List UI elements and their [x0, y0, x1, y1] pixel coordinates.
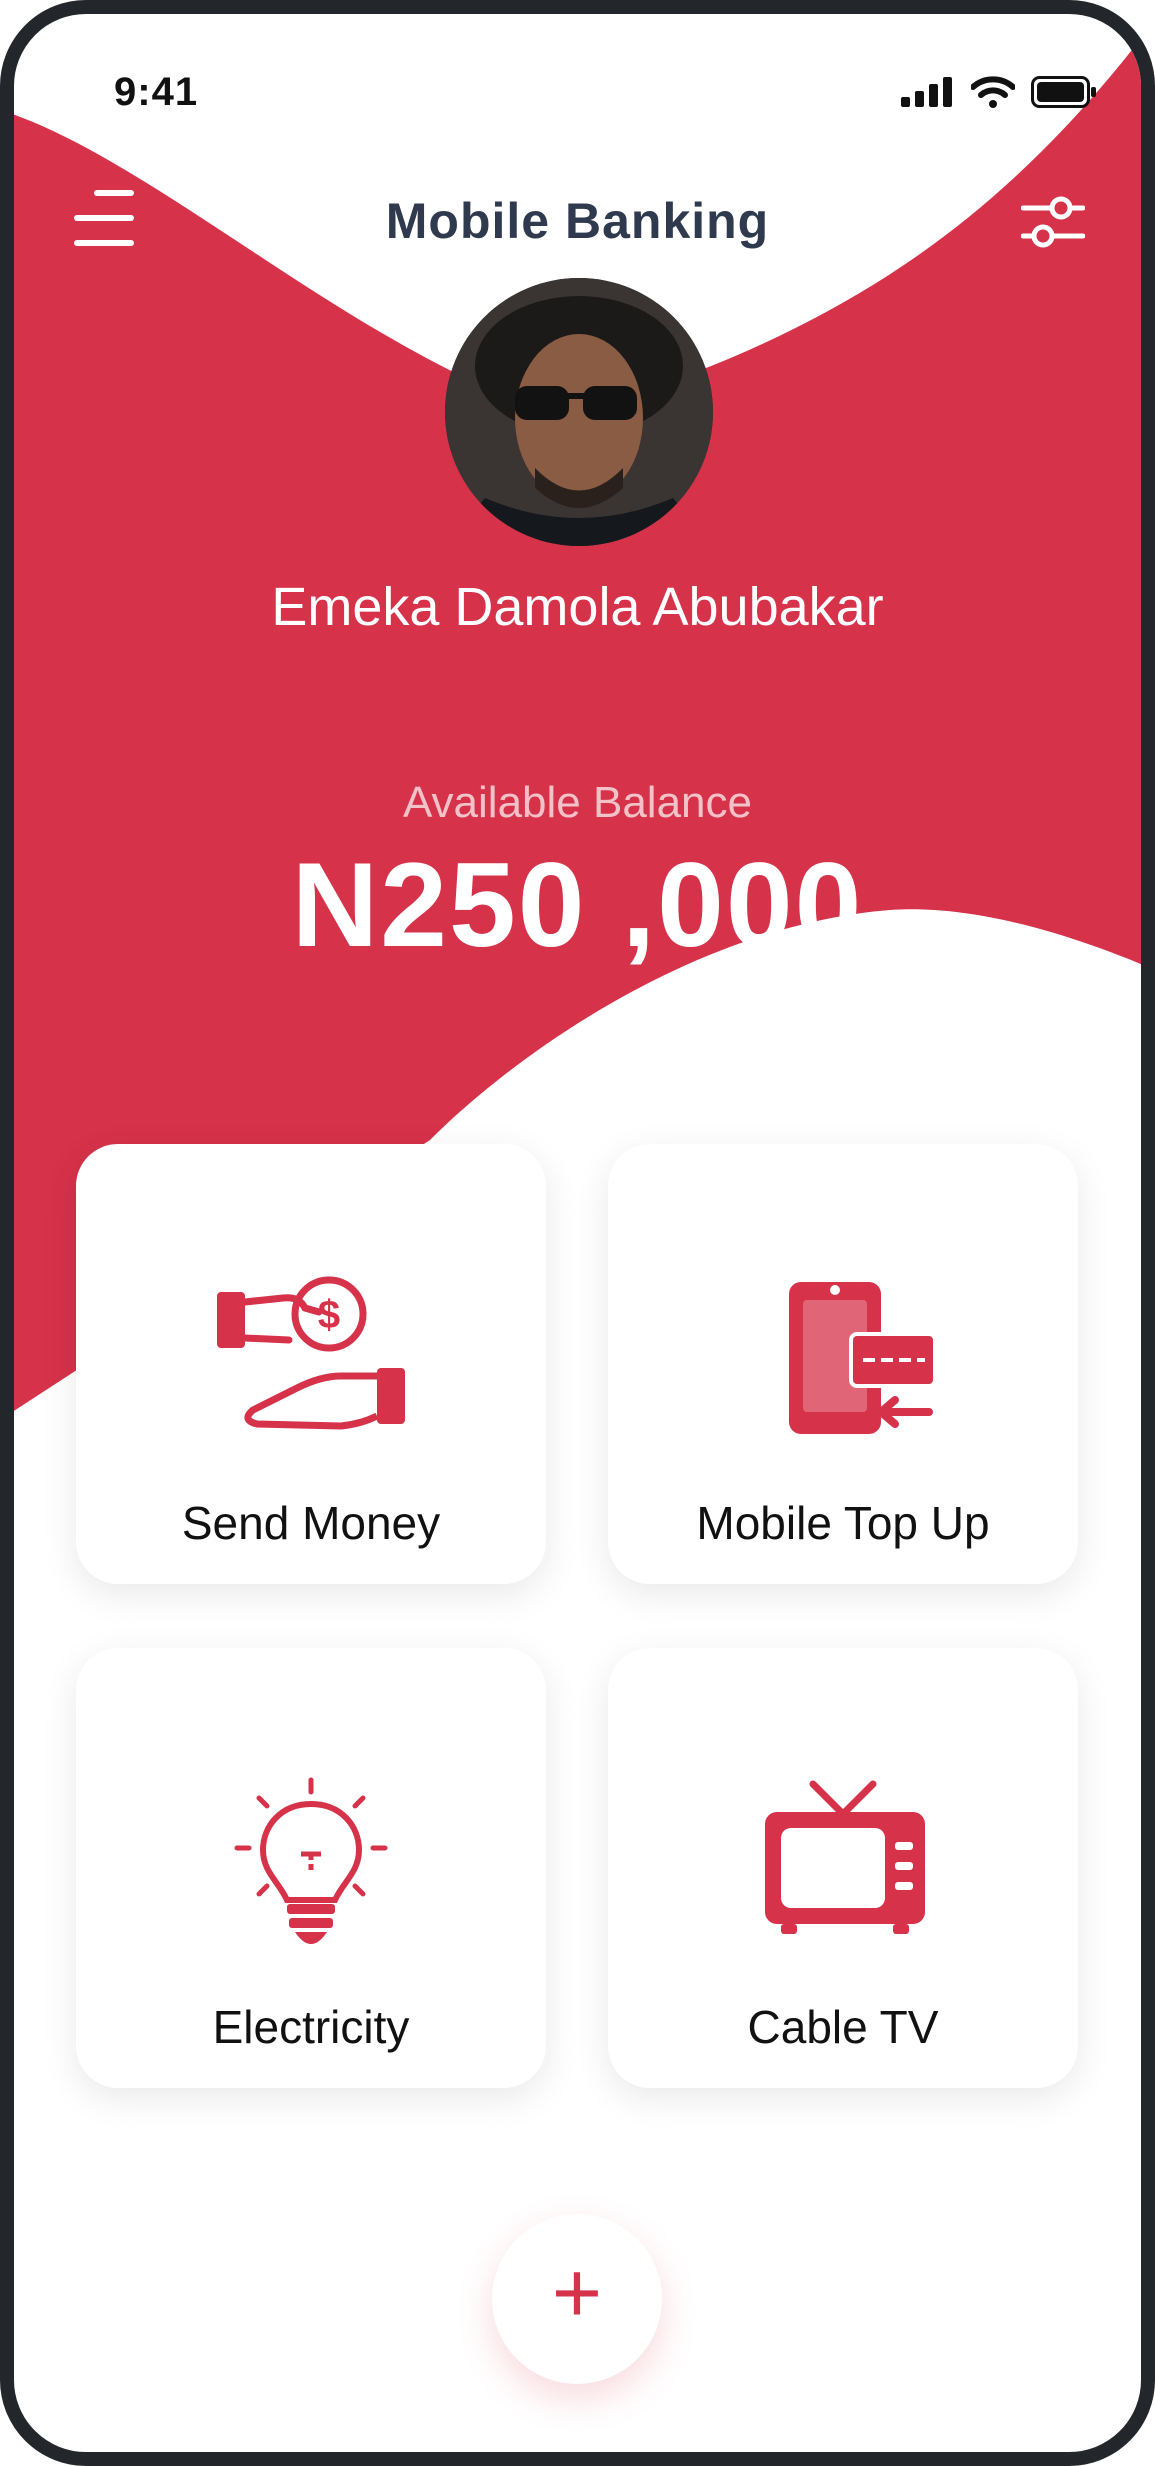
status-icons — [901, 76, 1097, 108]
cable-tv-label: Cable TV — [747, 2001, 939, 2053]
sliders-icon — [1020, 196, 1086, 248]
status-time: 9:41 — [114, 70, 199, 114]
add-button[interactable]: + — [492, 2214, 662, 2384]
avatar[interactable] — [445, 278, 713, 546]
plus-icon: + — [551, 2245, 603, 2341]
send-money-icon: $ — [217, 1276, 405, 1430]
wifi-icon — [971, 76, 1015, 108]
mobile-top-up-label: Mobile Top Up — [696, 1497, 990, 1549]
electricity-label: Electricity — [212, 2001, 410, 2053]
battery-icon — [1031, 76, 1096, 108]
profile-photo — [445, 278, 713, 546]
balance-amount: N250 ,000 — [291, 838, 864, 972]
phone-screen: 9:41 Mobile Banking Emeka Damola Abubaka… — [0, 0, 1155, 2466]
user-name: Emeka Damola Abubakar — [271, 577, 884, 637]
balance-label: Available Balance — [403, 778, 752, 827]
mobile-top-up-icon — [789, 1282, 937, 1434]
tv-icon — [765, 1780, 925, 1934]
mobile-top-up-card[interactable]: Mobile Top Up — [608, 1144, 1078, 1584]
signal-icon — [901, 77, 952, 107]
filter-button[interactable] — [1020, 190, 1086, 254]
app-title: Mobile Banking — [385, 193, 770, 249]
electricity-card[interactable]: Electricity — [76, 1648, 546, 2088]
send-money-card[interactable]: $ Send Money — [76, 1144, 546, 1584]
light-bulb-icon — [234, 1777, 388, 1944]
cable-tv-card[interactable]: Cable TV — [608, 1648, 1078, 2088]
svg-text:$: $ — [318, 1293, 340, 1337]
send-money-label: Send Money — [181, 1497, 441, 1549]
